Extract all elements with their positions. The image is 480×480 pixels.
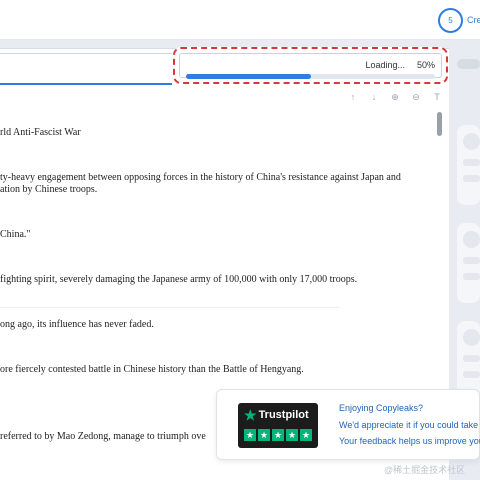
star-icon: ★ xyxy=(286,429,298,441)
trustpilot-brand: ★ Trustpilot xyxy=(244,407,309,423)
scrollbar-thumb[interactable] xyxy=(437,112,442,136)
star-icon: ★ xyxy=(272,429,284,441)
text-line: rld Anti-Fascist War xyxy=(0,127,81,138)
star-icon: ★ xyxy=(244,429,256,441)
loading-text: Loading... xyxy=(365,60,405,70)
text-line: China." xyxy=(0,229,31,240)
divider xyxy=(0,307,340,308)
rating-stars: ★ ★ ★ ★ ★ xyxy=(244,429,312,441)
placeholder-line xyxy=(463,175,480,182)
text-line: ty-heavy engagement between opposing for… xyxy=(0,172,401,183)
watermark: @稀土掘金技术社区 xyxy=(384,465,466,475)
arrow-up-icon[interactable]: ↑ xyxy=(347,92,359,102)
toast-title[interactable]: Enjoying Copyleaks? xyxy=(339,403,423,413)
side-panel-tab[interactable] xyxy=(457,59,480,69)
side-panel xyxy=(455,55,480,401)
document-title-field[interactable] xyxy=(0,53,172,85)
text-line: ong ago, its influence has never faded. xyxy=(0,319,154,330)
text-line: ation by Chinese troops. xyxy=(0,184,98,195)
avatar xyxy=(463,133,480,150)
trustpilot-logo[interactable]: ★ Trustpilot ★ ★ ★ ★ ★ xyxy=(238,403,318,448)
avatar xyxy=(463,329,480,346)
toast-message[interactable]: We'd appreciate it if you could take a xyxy=(339,420,480,430)
trustpilot-toast[interactable]: ★ Trustpilot ★ ★ ★ ★ ★ Enjoying Copyleak… xyxy=(216,389,480,460)
credits-counter[interactable]: 5 xyxy=(438,8,463,33)
arrow-down-icon[interactable]: ↓ xyxy=(368,92,380,102)
loading-indicator: Loading... 50% xyxy=(179,53,442,79)
text-line: ore fiercely contested battle in Chinese… xyxy=(0,364,304,375)
star-icon: ★ xyxy=(244,407,257,423)
loading-highlight: Loading... 50% xyxy=(173,47,448,84)
star-icon: ★ xyxy=(300,429,312,441)
toast-message[interactable]: Your feedback helps us improve you xyxy=(339,436,480,446)
loading-percent: 50% xyxy=(416,60,435,70)
placeholder-line xyxy=(463,159,480,166)
zoom-out-icon[interactable]: ⊖ xyxy=(410,92,422,103)
text-line: referred to by Mao Zedong, manage to tri… xyxy=(0,431,206,442)
top-header: 5 Cre xyxy=(0,0,480,40)
progress-bar xyxy=(186,74,435,79)
placeholder-line xyxy=(463,273,480,280)
progress-fill xyxy=(186,74,311,79)
trustpilot-brand-text: Trustpilot xyxy=(258,409,309,421)
source-card[interactable] xyxy=(457,125,480,205)
star-icon: ★ xyxy=(258,429,270,441)
placeholder-line xyxy=(463,371,480,378)
placeholder-line xyxy=(463,355,480,362)
avatar xyxy=(463,231,480,248)
zoom-in-icon[interactable]: ⊕ xyxy=(389,92,401,103)
credits-label[interactable]: Cre xyxy=(467,15,480,25)
text-size-icon[interactable]: T xyxy=(431,92,443,102)
document-toolbar: ↑ ↓ ⊕ ⊖ T xyxy=(0,89,449,107)
text-line: fighting spirit, severely damaging the J… xyxy=(0,274,358,285)
source-card[interactable] xyxy=(457,223,480,303)
placeholder-line xyxy=(463,257,480,264)
